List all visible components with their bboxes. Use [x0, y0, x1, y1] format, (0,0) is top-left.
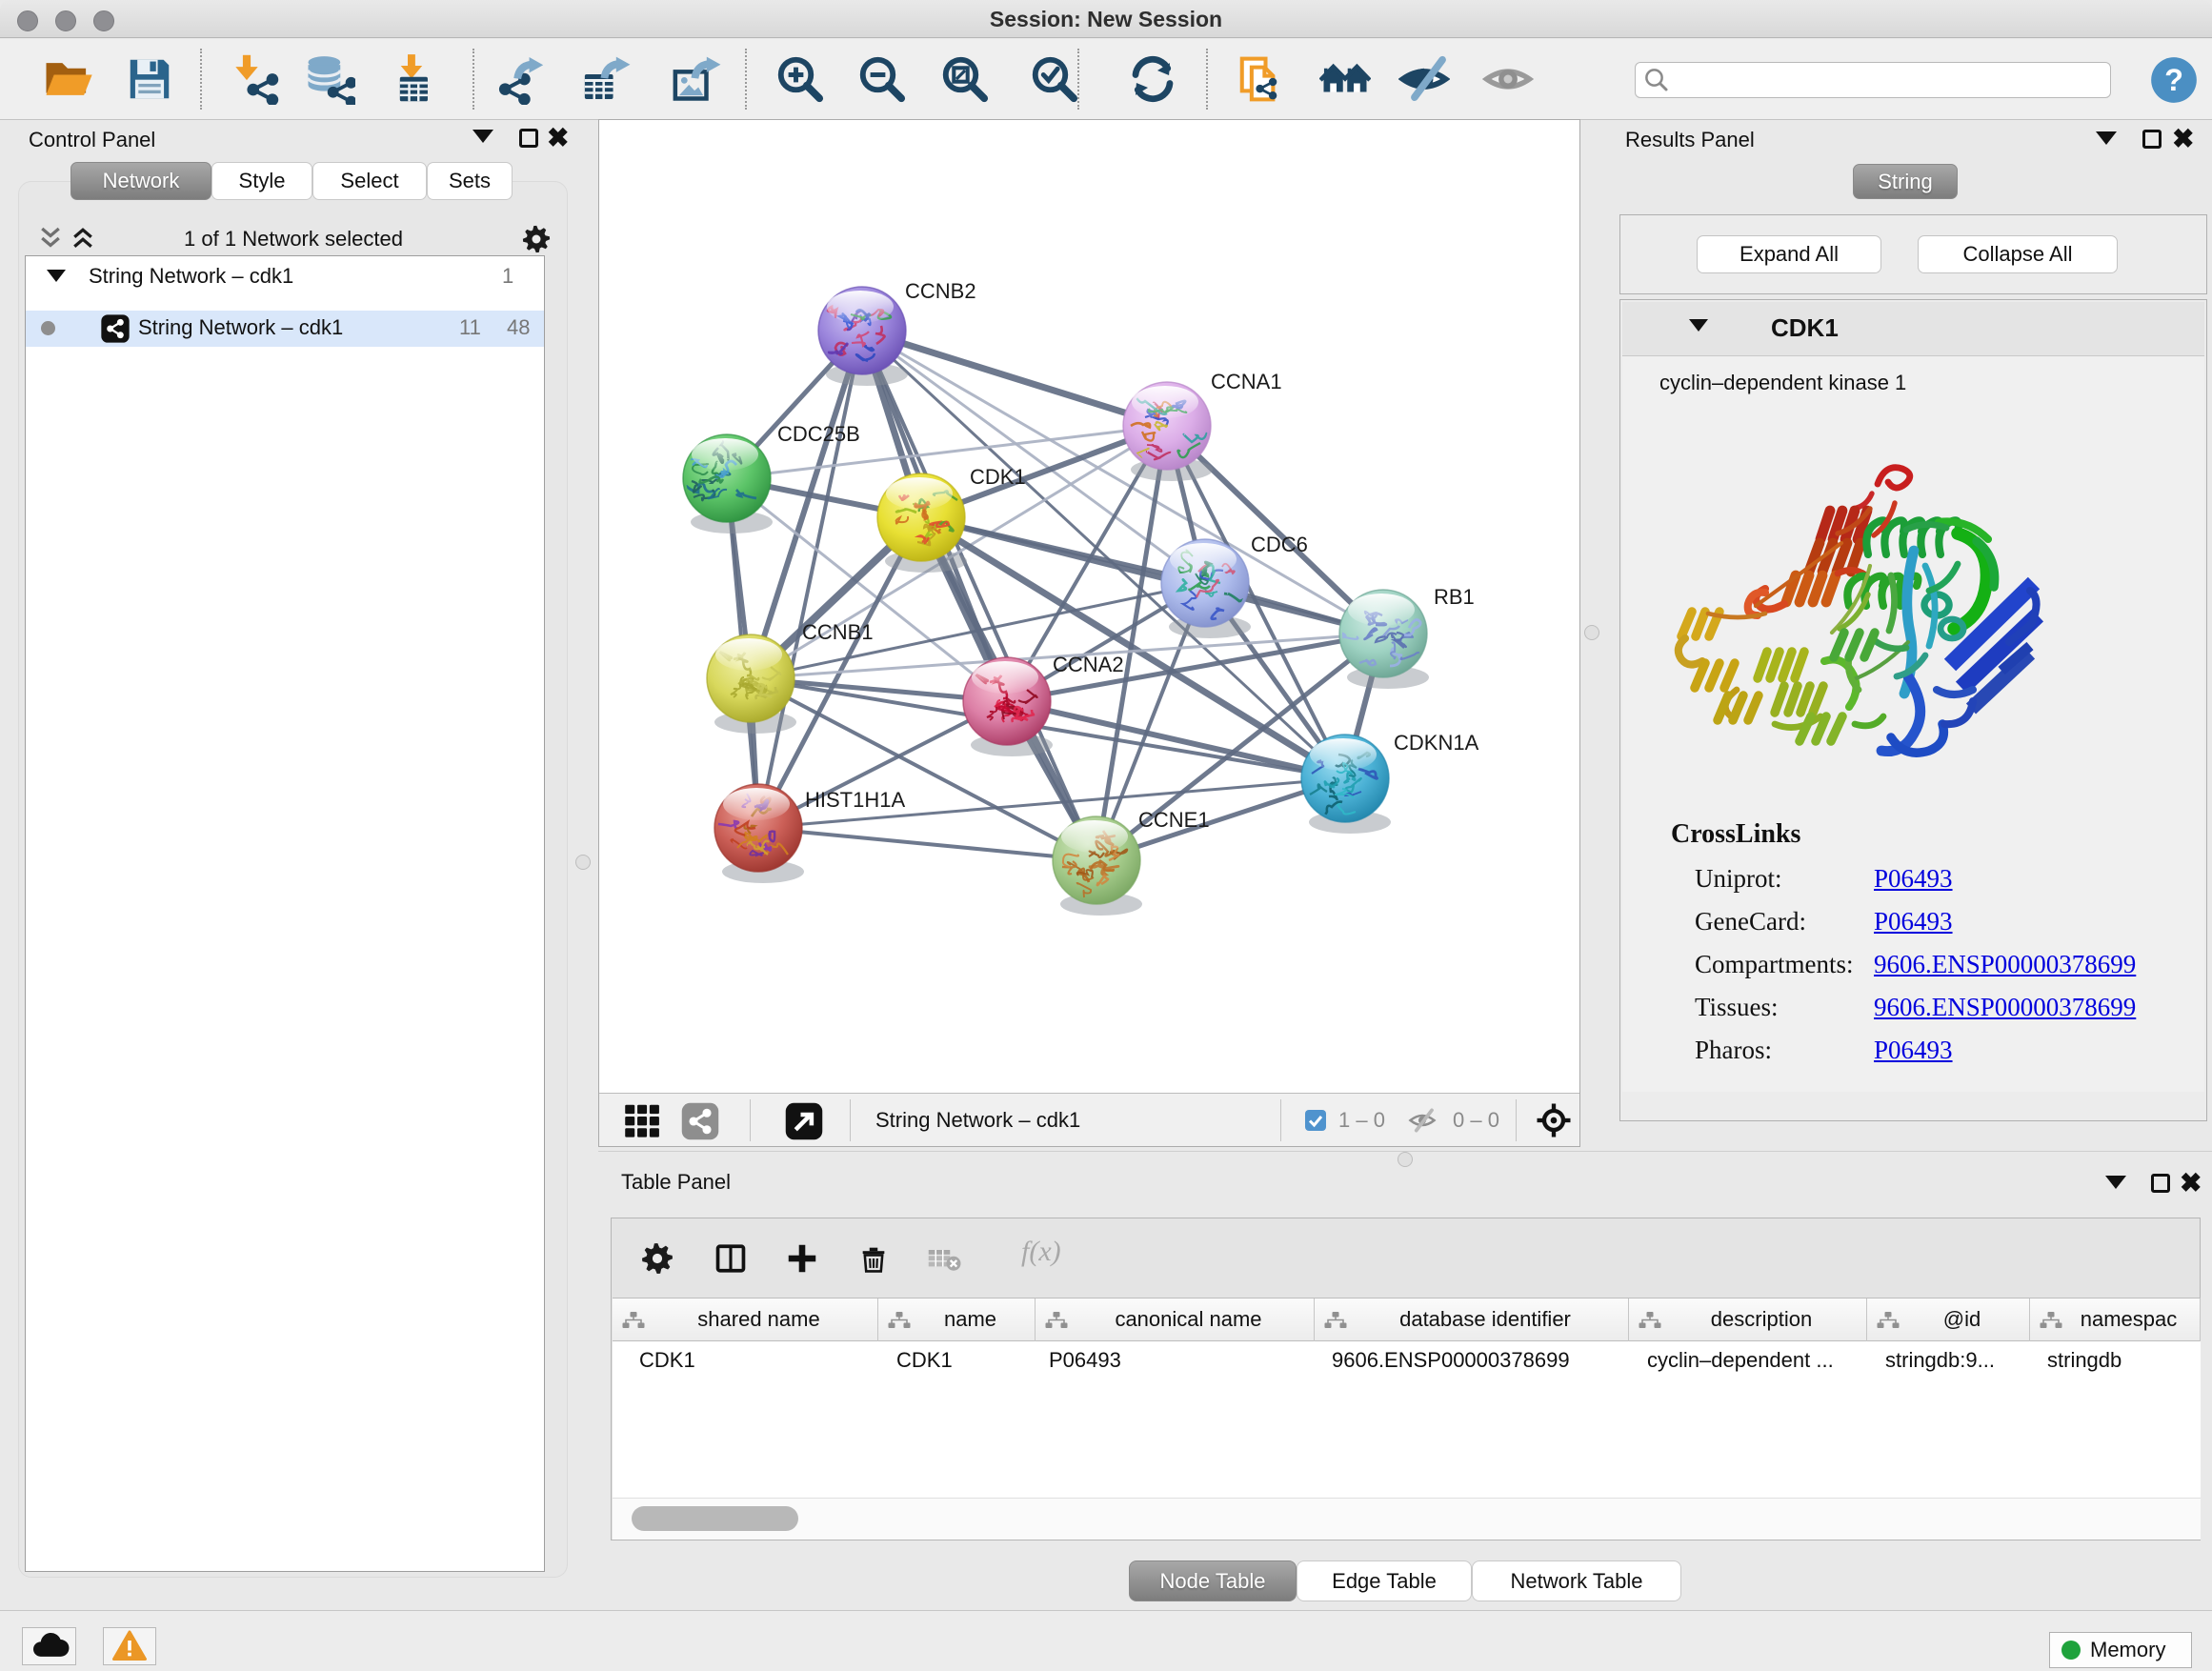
svg-text:CCNE1: CCNE1 [1138, 808, 1210, 832]
svg-text:?: ? [2164, 63, 2183, 97]
svg-text:CDC6: CDC6 [1251, 533, 1308, 556]
svg-text:HIST1H1A: HIST1H1A [805, 788, 905, 812]
svg-text:CCNA2: CCNA2 [1053, 653, 1124, 676]
svg-text:CCNB1: CCNB1 [802, 620, 874, 644]
svg-text:CDC25B: CDC25B [777, 422, 860, 446]
svg-text:CCNA1: CCNA1 [1211, 370, 1282, 393]
svg-text:RB1: RB1 [1434, 585, 1475, 609]
svg-text:CDKN1A: CDKN1A [1394, 731, 1479, 755]
svg-text:CCNB2: CCNB2 [905, 279, 976, 303]
svg-text:CDK1: CDK1 [970, 465, 1026, 489]
